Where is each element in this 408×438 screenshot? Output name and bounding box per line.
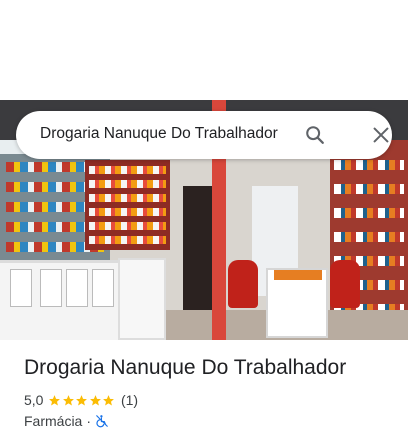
star-icon [49, 394, 61, 405]
photo-counter [0, 260, 120, 340]
search-icon[interactable] [304, 124, 326, 146]
photo-display-case [118, 258, 166, 340]
place-category: Farmácia [24, 413, 83, 429]
photo-table [266, 268, 328, 338]
star-icon [90, 394, 101, 405]
search-bar[interactable]: Drogaria Nanuque Do Trabalhador [16, 111, 392, 159]
star-icon [63, 394, 74, 405]
photo-middle-shelf [85, 160, 170, 250]
star-icon [103, 394, 115, 405]
close-icon[interactable] [370, 124, 392, 146]
star-icon [76, 394, 88, 405]
no-wheelchair-access-icon [96, 415, 108, 428]
separator-dot: · [86, 413, 92, 429]
rating-stars [48, 394, 116, 407]
place-title: Drogaria Nanuque Do Trabalhador [24, 356, 347, 379]
photo-chair [330, 260, 360, 308]
rating-row[interactable]: 5,0 (1) [24, 392, 138, 408]
category-row: Farmácia · [24, 413, 109, 429]
search-input[interactable]: Drogaria Nanuque Do Trabalhador [40, 125, 278, 143]
review-count[interactable]: (1) [121, 392, 138, 408]
rating-value: 5,0 [24, 392, 44, 408]
top-blank-area [0, 0, 408, 100]
photo-chair [228, 260, 258, 308]
